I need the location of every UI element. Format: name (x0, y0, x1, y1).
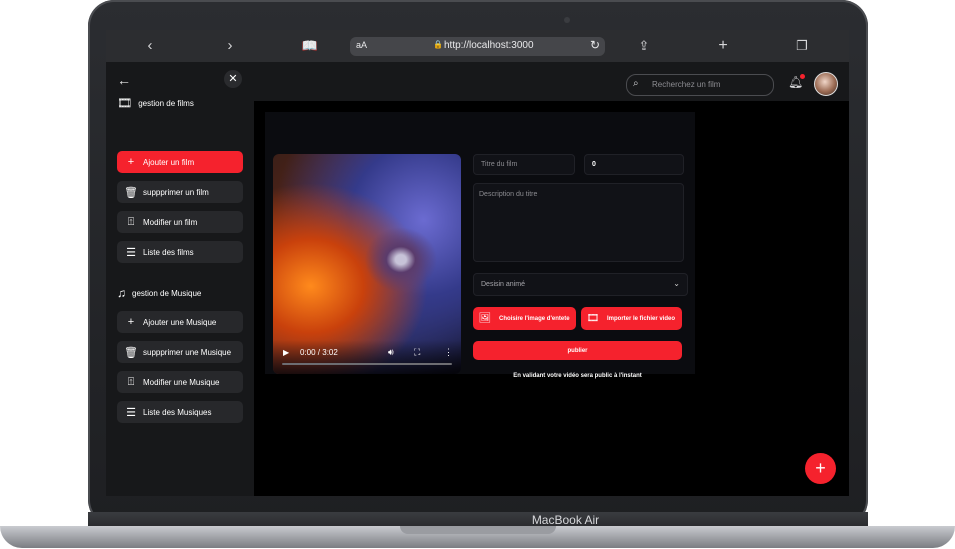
category-value: Desisin animé (481, 281, 525, 288)
sidebar-item-modifier-film[interactable]: ⍐ Modifier un film (117, 211, 243, 233)
app: ← ✕ 🎞 gestion de films + Ajouter un film… (106, 62, 849, 496)
music-section-title: ♫ gestion de Musique (117, 286, 201, 300)
image-icon: 🖼︎ (478, 312, 492, 324)
sidebar-item-liste-films[interactable]: ☰ Liste des films (117, 241, 243, 263)
address-bar[interactable]: aA 🔒 http://localhost:3000 ↻ (350, 37, 605, 56)
more-options-icon[interactable]: ⋮ (444, 347, 453, 358)
search-placeholder: Recherchez un film (652, 80, 721, 89)
category-select[interactable]: Desisin animé ⌄ (473, 273, 688, 296)
film-icon: 🎞 (117, 96, 133, 110)
plus-icon: + (127, 316, 135, 328)
add-fab-button[interactable]: + (805, 453, 836, 484)
publish-button[interactable]: publier (473, 341, 682, 360)
bookmarks-icon[interactable]: 📖 (300, 36, 320, 56)
film-icon: 🎞 (586, 312, 600, 324)
films-section-label: gestion de films (138, 98, 194, 108)
upload-box-icon: ⍐ (127, 375, 135, 388)
sidebar: ← ✕ 🎞 gestion de films + Ajouter un film… (106, 62, 254, 496)
avatar[interactable] (814, 72, 838, 96)
trash-icon: 🗑 (124, 186, 138, 199)
sidebar-item-label: Liste des Musiques (143, 407, 212, 417)
sidebar-item-label: suppprimer un film (143, 187, 209, 197)
play-icon[interactable]: ▶ (283, 348, 289, 357)
reader-button[interactable]: aA (356, 40, 367, 50)
music-section-label: gestion de Musique (132, 288, 202, 298)
sidebar-item-ajouter-musique[interactable]: + Ajouter une Musique (117, 311, 243, 333)
url-text: http://localhost:3000 (444, 40, 534, 51)
volume-icon[interactable]: 🔊︎ (388, 347, 394, 358)
sidebar-item-modifier-musique[interactable]: ⍐ Modifier une Musique (117, 371, 243, 393)
choose-image-label: Choisire l'image d'entete (499, 315, 570, 322)
trash-icon: 🗑 (124, 346, 138, 359)
number-input[interactable]: 0 (584, 154, 684, 175)
chevron-down-icon: ⌄ (673, 279, 680, 288)
browser-toolbar: ‹ › 📖 aA 🔒 http://localhost:3000 ↻ ⇪ + ❐ (106, 30, 849, 62)
sidebar-item-supprimer-film[interactable]: 🗑 suppprimer un film (117, 181, 243, 203)
import-video-label: Importer le fichier video (607, 315, 676, 322)
music-note-icon: ♫ (117, 286, 126, 300)
video-player[interactable]: ▶ 0:00 / 3:02 🔊︎ ⛶ ⋮ (273, 154, 461, 374)
import-video-button[interactable]: 🎞 Importer le fichier video (581, 307, 682, 330)
share-icon[interactable]: ⇪ (634, 36, 654, 56)
camera (564, 17, 570, 23)
sidebar-item-ajouter-film[interactable]: + Ajouter un film (117, 151, 243, 173)
publish-notice: En validant votre vidéo sera public à l'… (513, 373, 642, 379)
plus-icon: + (127, 156, 135, 168)
laptop-base: MacBook Air (0, 512, 955, 549)
sidebar-item-label: Modifier un film (143, 217, 198, 227)
upload-box-icon: ⍐ (127, 215, 135, 228)
title-placeholder: Titre du film (481, 161, 518, 168)
films-section-title: 🎞 gestion de films (117, 96, 194, 110)
list-icon: ☰ (126, 246, 136, 259)
arrow-left-icon[interactable]: ← (117, 72, 131, 88)
video-controls: ▶ 0:00 / 3:02 🔊︎ ⛶ ⋮ (273, 340, 461, 374)
sidebar-item-label: suppprimer une Musique (143, 347, 232, 357)
new-tab-icon[interactable]: + (713, 36, 733, 56)
publish-label: publier (567, 347, 588, 354)
video-time: 0:00 / 3:02 (300, 348, 338, 357)
video-progress-bar[interactable] (282, 363, 452, 365)
number-value: 0 (592, 161, 596, 168)
sidebar-item-liste-musiques[interactable]: ☰ Liste des Musiques (117, 401, 243, 423)
bell-icon[interactable]: 🔔︎ (788, 74, 806, 89)
sidebar-item-label: Liste des films (143, 247, 194, 257)
list-icon: ☰ (126, 406, 136, 419)
base-notch (400, 526, 556, 534)
search-input[interactable]: ⌕ Recherchez un film (626, 74, 774, 96)
screen: ‹ › 📖 aA 🔒 http://localhost:3000 ↻ ⇪ + ❐… (106, 30, 849, 496)
sidebar-item-label: Modifier une Musique (143, 377, 220, 387)
reload-icon[interactable]: ↻ (590, 38, 600, 52)
lock-icon: 🔒 (433, 40, 443, 49)
description-textarea[interactable]: Description du titre (473, 183, 684, 262)
brand-label: MacBook Air (531, 513, 600, 527)
sidebar-item-supprimer-musique[interactable]: 🗑 suppprimer une Musique (117, 341, 243, 363)
sidebar-item-label: Ajouter une Musique (143, 317, 217, 327)
sidebar-item-label: Ajouter un film (143, 157, 195, 167)
title-input[interactable]: Titre du film (473, 154, 575, 175)
tabs-icon[interactable]: ❐ (792, 36, 812, 56)
fullscreen-icon[interactable]: ⛶ (414, 347, 420, 358)
close-icon[interactable]: ✕ (224, 70, 242, 88)
description-placeholder: Description du titre (479, 191, 538, 198)
choose-image-button[interactable]: 🖼︎ Choisire l'image d'entete (473, 307, 576, 330)
search-icon: ⌕ (633, 78, 639, 89)
forward-icon[interactable]: › (220, 36, 240, 56)
back-icon[interactable]: ‹ (140, 36, 160, 56)
